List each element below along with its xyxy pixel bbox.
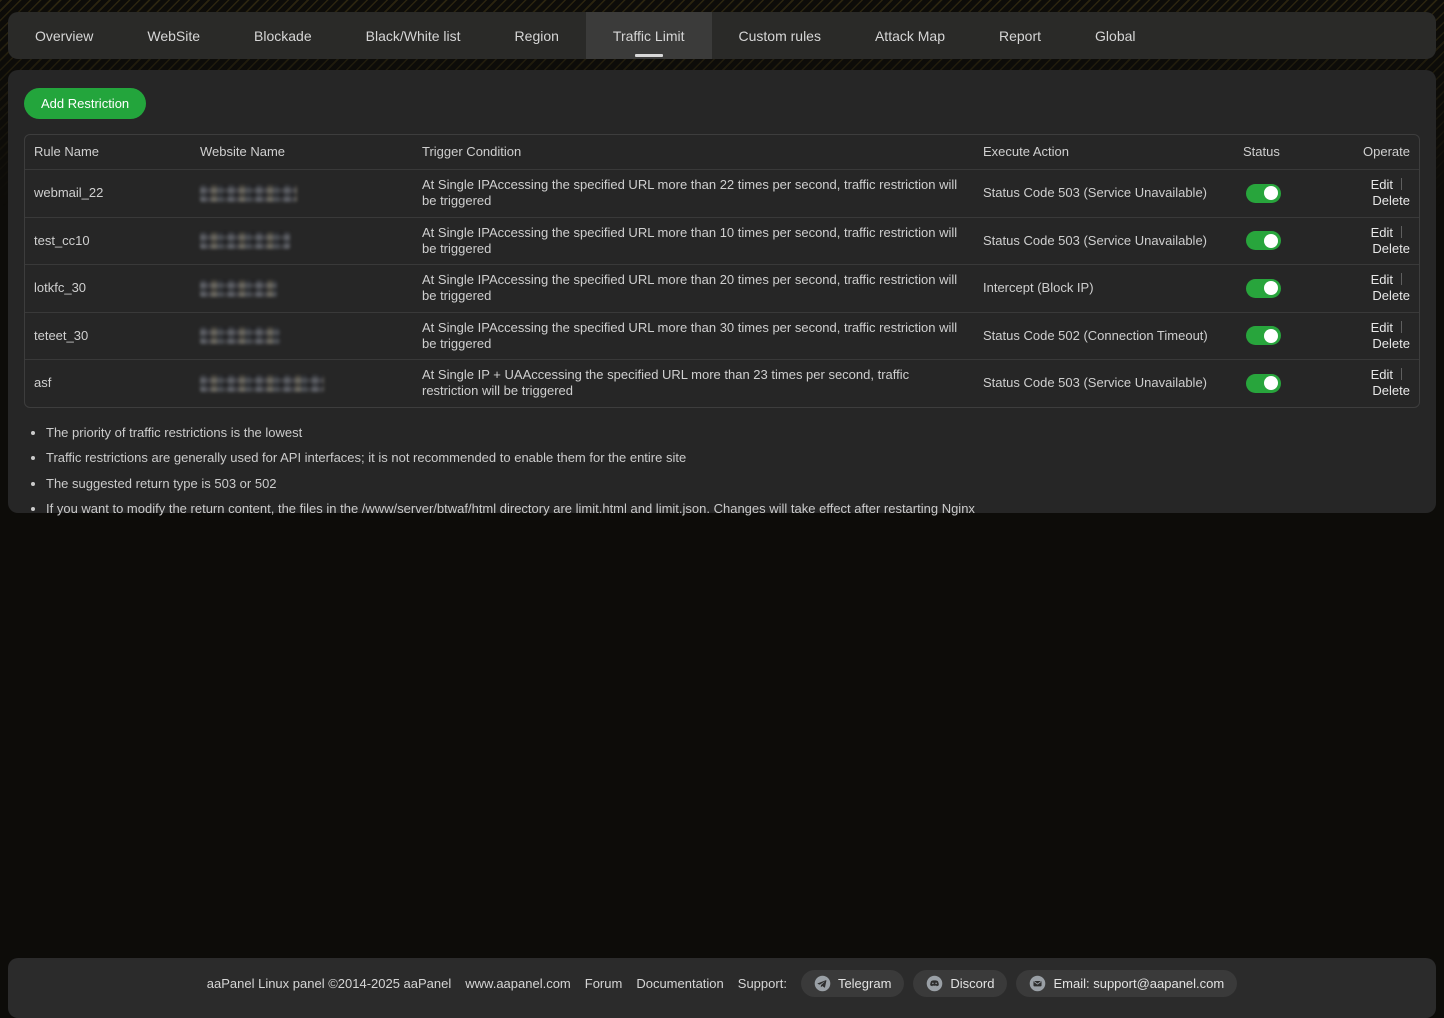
edit-link[interactable]: Edit (1371, 177, 1393, 192)
execute-action-cell: Status Code 502 (Connection Timeout) (983, 328, 1243, 344)
footer-copyright: aaPanel Linux panel ©2014-2025 aaPanel (207, 976, 452, 991)
header-execute-action: Execute Action (983, 144, 1243, 160)
operate-divider (1401, 273, 1402, 285)
edit-link[interactable]: Edit (1371, 225, 1393, 240)
telegram-icon (814, 975, 831, 992)
table-header-row: Rule Name Website Name Trigger Condition… (25, 135, 1419, 169)
header-status: Status (1243, 144, 1343, 160)
email-button[interactable]: Email: support@aapanel.com (1016, 970, 1237, 997)
website-name-redacted (200, 375, 324, 392)
note-item: The priority of traffic restrictions is … (46, 425, 1420, 440)
header-trigger-condition: Trigger Condition (422, 144, 983, 160)
rule-name-cell: lotkfc_30 (25, 280, 200, 296)
discord-button[interactable]: Discord (913, 970, 1007, 997)
delete-link[interactable]: Delete (1372, 336, 1410, 351)
trigger-condition-cell: At Single IPAccessing the specified URL … (422, 272, 983, 305)
rule-name-cell: asf (25, 375, 200, 391)
website-name-redacted (200, 327, 280, 344)
tab-custom-rules[interactable]: Custom rules (712, 12, 848, 59)
status-toggle[interactable] (1246, 326, 1281, 345)
email-icon (1029, 975, 1046, 992)
trigger-condition-cell: At Single IPAccessing the specified URL … (422, 177, 983, 210)
rule-name-cell: test_cc10 (25, 233, 200, 249)
edit-link[interactable]: Edit (1371, 367, 1393, 382)
execute-action-cell: Status Code 503 (Service Unavailable) (983, 375, 1243, 391)
website-name-redacted (200, 232, 290, 249)
delete-link[interactable]: Delete (1372, 241, 1410, 256)
status-toggle[interactable] (1246, 374, 1281, 393)
execute-action-cell: Intercept (Block IP) (983, 280, 1243, 296)
notes-list: The priority of traffic restrictions is … (46, 425, 1420, 517)
tab-global[interactable]: Global (1068, 12, 1162, 59)
tab-website[interactable]: WebSite (120, 12, 227, 59)
trigger-condition-cell: At Single IP + UAAccessing the specified… (422, 367, 983, 400)
delete-link[interactable]: Delete (1372, 288, 1410, 303)
restriction-rules-table: Rule Name Website Name Trigger Condition… (24, 134, 1420, 408)
operate-divider (1401, 321, 1402, 333)
edit-link[interactable]: Edit (1371, 272, 1393, 287)
note-item: The suggested return type is 503 or 502 (46, 476, 1420, 491)
edit-link[interactable]: Edit (1371, 320, 1393, 335)
execute-action-cell: Status Code 503 (Service Unavailable) (983, 233, 1243, 249)
main-nav: Overview WebSite Blockade Black/White li… (8, 12, 1436, 59)
tab-overview[interactable]: Overview (8, 12, 120, 59)
status-toggle[interactable] (1246, 184, 1281, 203)
note-item: If you want to modify the return content… (46, 501, 1420, 516)
email-label: Email: support@aapanel.com (1053, 976, 1224, 991)
header-website-name: Website Name (200, 144, 422, 160)
discord-label: Discord (950, 976, 994, 991)
header-operate: Operate (1343, 144, 1419, 160)
table-row: teteet_30 At Single IPAccessing the spec… (25, 312, 1419, 360)
tab-region[interactable]: Region (488, 12, 586, 59)
header-rule-name: Rule Name (25, 144, 200, 160)
table-row: test_cc10 At Single IPAccessing the spec… (25, 217, 1419, 265)
table-row: lotkfc_30 At Single IPAccessing the spec… (25, 264, 1419, 312)
website-name-redacted (200, 185, 297, 202)
website-name-redacted (200, 280, 277, 297)
traffic-limit-panel: Add Restriction Rule Name Website Name T… (8, 70, 1436, 513)
tab-black-white-list[interactable]: Black/White list (339, 12, 488, 59)
status-toggle[interactable] (1246, 231, 1281, 250)
footer-forum-link[interactable]: Forum (585, 976, 623, 991)
operate-divider (1401, 178, 1402, 190)
tab-report[interactable]: Report (972, 12, 1068, 59)
delete-link[interactable]: Delete (1372, 193, 1410, 208)
table-row: asf At Single IP + UAAccessing the speci… (25, 359, 1419, 407)
footer-site-link[interactable]: www.aapanel.com (465, 976, 571, 991)
footer: aaPanel Linux panel ©2014-2025 aaPanel w… (8, 958, 1436, 1018)
status-toggle[interactable] (1246, 279, 1281, 298)
rule-name-cell: webmail_22 (25, 185, 200, 201)
trigger-condition-cell: At Single IPAccessing the specified URL … (422, 225, 983, 258)
discord-icon (926, 975, 943, 992)
add-restriction-button[interactable]: Add Restriction (24, 88, 146, 119)
delete-link[interactable]: Delete (1372, 383, 1410, 398)
rule-name-cell: teteet_30 (25, 328, 200, 344)
trigger-condition-cell: At Single IPAccessing the specified URL … (422, 320, 983, 353)
footer-support-label: Support: (738, 976, 787, 991)
tab-blockade[interactable]: Blockade (227, 12, 339, 59)
telegram-label: Telegram (838, 976, 891, 991)
footer-docs-link[interactable]: Documentation (636, 976, 723, 991)
tab-attack-map[interactable]: Attack Map (848, 12, 972, 59)
tab-traffic-limit[interactable]: Traffic Limit (586, 12, 712, 59)
table-row: webmail_22 At Single IPAccessing the spe… (25, 169, 1419, 217)
operate-divider (1401, 368, 1402, 380)
telegram-button[interactable]: Telegram (801, 970, 904, 997)
note-item: Traffic restrictions are generally used … (46, 450, 1420, 465)
execute-action-cell: Status Code 503 (Service Unavailable) (983, 185, 1243, 201)
operate-divider (1401, 226, 1402, 238)
